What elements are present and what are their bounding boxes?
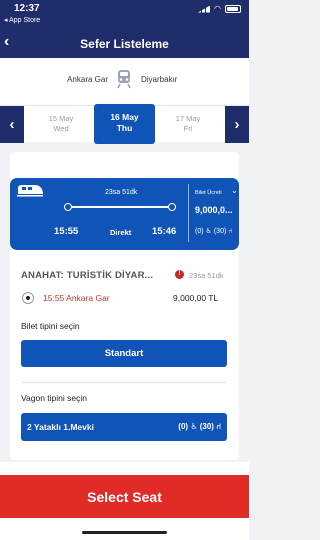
date-next[interactable]: 17 May Fri [158,114,218,134]
date-current-weekday: Thu [116,123,133,133]
divider [21,382,227,383]
destination-station: Diyarbakır [141,75,178,84]
seat-availability: (0) ♿ (30) ⑁ [195,227,233,236]
trip-type: Direkt [110,228,132,237]
wagon-type-label: Vagon tipini seçin [21,393,87,403]
date-prev[interactable]: 15 May Wed [31,114,91,134]
ticket-type-label: Bilet tipini seçin [21,321,80,331]
train-name: ANAHAT: TURİSTİK DİYAR... [21,270,154,281]
prev-date-button[interactable]: ‹ [0,106,24,143]
train-icon [117,70,131,89]
departure-dot [64,203,72,211]
chevron-right-icon: › [234,116,240,133]
alert-icon[interactable]: ! [175,270,184,279]
status-icons: ◠ [198,5,241,13]
page-title: Sefer Listeleme [80,37,169,51]
trip-timeline [64,203,176,211]
back-to-app-store[interactable]: ◂ App Store [4,16,40,24]
trip-card[interactable]: 23sa 51dk 15:55 Direkt 15:46 Bilet Ücret… [10,178,239,250]
date-prev-day: 15 May [48,114,74,123]
date-next-day: 17 May [175,114,201,123]
date-prev-weekday: Wed [53,124,69,133]
departure-time: 15:55 [54,226,79,237]
detail-duration: 23sa 51dk [189,271,224,280]
detail-price: 9,000,00 TL [173,293,219,303]
arrival-dot [168,203,176,211]
seat-icon: ⑁ [216,422,221,431]
wagon-seat-count: (30) [199,422,214,431]
date-current[interactable]: 16 May Thu [94,104,155,144]
select-seat-button[interactable]: Select Seat [0,475,249,518]
wheelchair-icon: ♿ [190,422,198,431]
wheelchair-icon: ♿ [205,228,212,235]
ticket-type-button[interactable]: Standart [21,340,227,367]
trip-price: 9,000,0... [195,205,233,215]
wifi-icon: ◠ [214,4,221,13]
signal-icon [198,5,211,13]
date-next-weekday: Fri [183,124,193,133]
route-summary: Ankara Gar Diyarbakır [0,58,249,105]
trip-duration: 23sa 51dk [105,189,138,196]
seat-count: (30) [213,227,227,235]
seat-icon: ⑁ [228,227,233,235]
station-radio[interactable] [22,292,34,304]
chevron-down-icon[interactable]: ⌄ [231,186,238,195]
wagon-availability: (0) ♿ (30) ⑁ [178,422,221,431]
battery-icon [225,5,241,13]
wagon-name: 2 Yataklı 1.Mevki [27,422,94,432]
fee-label: Bilet Ücreti [195,190,222,196]
train-icon [17,185,43,197]
wagon-wheelchair-count: (0) [178,422,189,431]
card-divider [188,184,189,242]
arrival-time: 15:46 [152,226,177,237]
date-current-day: 16 May [110,112,139,122]
header-bar: 12:37 ◂ App Store ◠ ‹ Sefer Listeleme [0,0,249,58]
wheelchair-count: (0) [195,227,204,235]
date-selector: ‹ 15 May Wed 16 May Thu 17 May Fri › [0,104,249,144]
next-date-button[interactable]: › [225,106,249,143]
origin-station: Ankara Gar [67,75,108,84]
status-time: 12:37 [14,3,40,14]
home-indicator [82,531,167,534]
departure-station: 15:55 Ankara Gar [43,293,110,303]
chevron-left-icon: ‹ [9,116,15,133]
wagon-type-button[interactable]: 2 Yataklı 1.Mevki (0) ♿ (30) ⑁ [21,413,227,441]
